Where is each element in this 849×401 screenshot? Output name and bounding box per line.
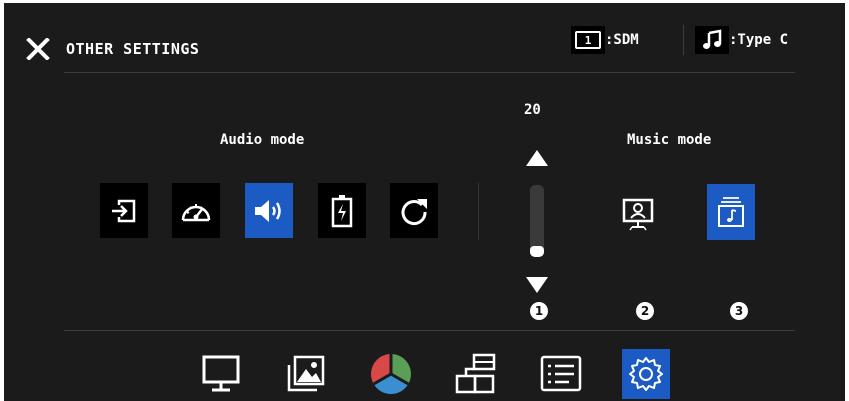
color-icon[interactable] [367, 349, 415, 399]
settings-icon[interactable] [622, 349, 670, 399]
badge-2: 2 [636, 302, 654, 320]
input-source-value: :SDM [605, 32, 639, 48]
page-title: OTHER SETTINGS [66, 40, 200, 58]
audio-source-value: :Type C [729, 32, 789, 48]
volume-up-button[interactable] [525, 149, 549, 167]
list-icon[interactable] [537, 349, 585, 399]
display-icon[interactable] [197, 349, 245, 399]
badge-3: 3 [730, 302, 748, 320]
music-library-icon[interactable] [707, 184, 755, 240]
badge-1: 1 [530, 302, 548, 320]
header-divider [683, 25, 684, 55]
volume-slider[interactable] [530, 185, 544, 257]
layout-icon[interactable] [452, 349, 500, 399]
monitor-user-icon[interactable] [614, 186, 662, 241]
music-note-icon [695, 26, 729, 54]
footer-separator [64, 330, 795, 331]
speaker-icon[interactable] [245, 183, 293, 238]
header-separator [64, 72, 795, 73]
volume-slider-fill [530, 246, 544, 257]
volume-down-button[interactable] [525, 276, 549, 294]
reset-icon[interactable] [390, 183, 438, 238]
battery-icon[interactable] [318, 183, 366, 238]
input-source-indicator: 1 :SDM [571, 25, 639, 55]
osd-screen: OTHER SETTINGS 1 :SDM :Type C Audio mode [4, 3, 845, 401]
speedometer-icon[interactable] [172, 183, 220, 238]
audio-mode-label: Audio mode [220, 132, 305, 148]
music-mode-label: Music mode [627, 132, 712, 148]
close-icon[interactable] [26, 38, 50, 60]
volume-value: 20 [524, 102, 541, 118]
input-icon[interactable] [100, 183, 148, 238]
input-number: 1 [575, 31, 601, 49]
picture-icon[interactable] [282, 349, 330, 399]
section-divider [478, 183, 479, 240]
input-number-box: 1 [571, 26, 605, 54]
audio-source-indicator: :Type C [695, 25, 788, 55]
